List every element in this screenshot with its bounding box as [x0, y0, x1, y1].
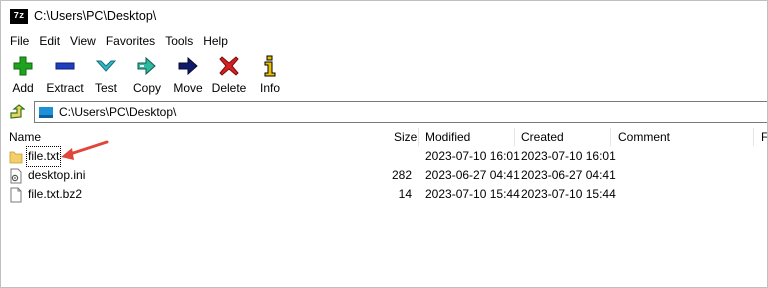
menu-edit[interactable]: Edit	[34, 32, 65, 50]
test-button[interactable]: Test	[86, 52, 126, 96]
desktop-icon	[39, 106, 53, 118]
size-cell: 14	[398, 187, 412, 201]
file-list: file.txt 2023-07-10 16:01 2023-07-10 16:…	[1, 146, 767, 204]
extract-button[interactable]: Extract	[44, 52, 86, 96]
delete-label: Delete	[211, 81, 247, 95]
settings-file-icon	[10, 168, 22, 183]
column-header: Name Size Modified Created Comment F	[1, 127, 767, 147]
add-button[interactable]: Add	[2, 52, 44, 96]
table-row[interactable]: desktop.ini 282 2023-06-27 04:41 2023-06…	[1, 166, 767, 185]
menu-help[interactable]: Help	[198, 32, 233, 50]
move-icon	[178, 56, 198, 76]
file-name: file.txt.bz2	[28, 187, 83, 201]
up-arrow-icon	[10, 104, 25, 119]
up-folder-button[interactable]	[7, 102, 27, 122]
info-button[interactable]: Info	[250, 52, 290, 96]
test-icon	[95, 60, 117, 72]
file-name: desktop.ini	[28, 168, 86, 182]
address-path: C:\Users\PC\Desktop\	[59, 105, 177, 119]
address-bar: C:\Users\PC\Desktop\	[1, 100, 767, 124]
menu-tools[interactable]: Tools	[160, 32, 198, 50]
menu-file[interactable]: File	[1, 32, 34, 50]
delete-button[interactable]: Delete	[208, 52, 250, 96]
menu-bar: File Edit View Favorites Tools Help	[1, 32, 233, 50]
archive-window: 7z C:\Users\PC\Desktop\ File Edit View F…	[0, 0, 768, 288]
title-bar: 7z C:\Users\PC\Desktop\	[1, 1, 767, 31]
column-modified[interactable]: Modified	[425, 127, 470, 147]
created-cell: 2023-07-10 15:44	[521, 187, 616, 201]
extract-icon	[55, 62, 75, 70]
column-size[interactable]: Size	[394, 127, 417, 147]
column-name[interactable]: Name	[9, 127, 41, 147]
add-label: Add	[12, 81, 34, 95]
modified-cell: 2023-07-10 15:44	[425, 187, 520, 201]
modified-cell: 2023-07-10 16:01	[425, 149, 520, 163]
info-icon	[264, 55, 276, 77]
created-cell: 2023-06-27 04:41	[521, 168, 616, 182]
column-divider[interactable]	[514, 128, 515, 146]
created-cell: 2023-07-10 16:01	[521, 149, 616, 163]
info-label: Info	[259, 81, 280, 95]
name-cell: file.txt.bz2	[9, 185, 83, 204]
table-row[interactable]: file.txt.bz2 14 2023-07-10 15:44 2023-07…	[1, 185, 767, 204]
copy-button[interactable]: Copy	[126, 52, 168, 96]
column-created[interactable]: Created	[521, 127, 564, 147]
address-input[interactable]: C:\Users\PC\Desktop\	[34, 101, 767, 123]
file-name: file.txt	[25, 146, 62, 167]
test-label: Test	[94, 81, 117, 95]
toolbar: Add Extract Test Copy Move Delete Info	[1, 52, 290, 96]
column-divider[interactable]	[418, 128, 419, 146]
column-divider[interactable]	[753, 128, 754, 146]
modified-cell: 2023-06-27 04:41	[425, 168, 520, 182]
annotation-arrow-icon	[61, 140, 109, 160]
app-icon: 7z	[10, 8, 28, 24]
name-cell: file.txt	[9, 146, 62, 167]
move-label: Move	[173, 81, 203, 95]
extract-label: Extract	[46, 81, 84, 95]
name-cell: desktop.ini	[9, 166, 86, 185]
file-icon	[10, 187, 22, 202]
move-button[interactable]: Move	[168, 52, 208, 96]
column-divider[interactable]	[610, 128, 611, 146]
copy-icon	[137, 56, 156, 76]
add-icon	[13, 56, 33, 76]
folder-icon	[9, 151, 23, 163]
column-comment[interactable]: Comment	[618, 127, 670, 147]
size-cell: 282	[391, 168, 412, 182]
window-title: C:\Users\PC\Desktop\	[34, 9, 157, 23]
delete-icon	[219, 56, 239, 76]
column-folders[interactable]: F	[761, 127, 767, 147]
menu-view[interactable]: View	[65, 32, 101, 50]
copy-label: Copy	[132, 81, 161, 95]
table-row[interactable]: file.txt 2023-07-10 16:01 2023-07-10 16:…	[1, 146, 767, 167]
menu-favorites[interactable]: Favorites	[101, 32, 160, 50]
